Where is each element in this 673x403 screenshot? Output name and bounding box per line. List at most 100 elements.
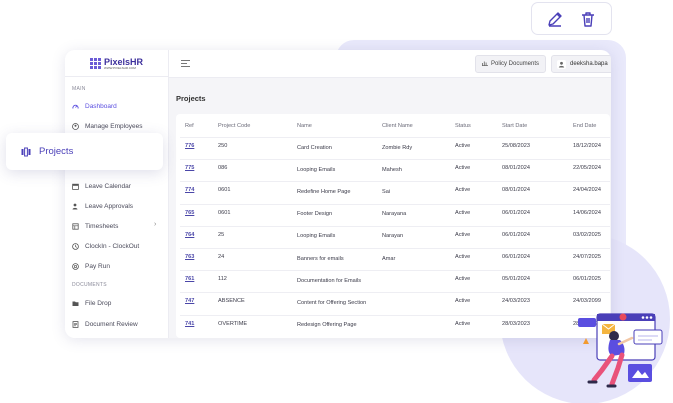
cell-status: Active <box>455 143 471 149</box>
cell-client-name: Narayana <box>382 211 407 218</box>
table-row <box>180 314 610 316</box>
cell-project-code: 0601 <box>218 187 231 194</box>
cell-project-code: 250 <box>218 143 228 149</box>
column-header-name[interactable]: Name <box>297 123 312 129</box>
sidebar-item-label: Timesheets <box>85 222 119 230</box>
cell-end-date: 14/06/2024 <box>573 209 601 216</box>
cell-status: Active <box>455 187 471 194</box>
cell-end-date: 24/04/2024 <box>573 187 601 194</box>
top-bar: Policy Documents deeksha.bapa <box>169 50 611 78</box>
cell-name: Banners for emails <box>297 255 344 262</box>
policy-documents-button[interactable]: Policy Documents <box>475 55 546 73</box>
section-label-main: MAIN <box>72 86 86 92</box>
sidebar-item-label: File Drop <box>85 299 112 307</box>
sidebar-item-pay-run[interactable]: Pay Run <box>72 261 110 271</box>
menu-toggle-icon[interactable] <box>181 60 190 69</box>
cell-name: Card Creation <box>297 144 332 151</box>
brand-sub: WWW.PIXELSHR.COM <box>103 65 136 70</box>
username: deeksha.bapa <box>570 61 608 67</box>
person-illustration <box>578 313 663 388</box>
table-row <box>180 270 610 272</box>
sidebar-item-timesheets[interactable]: Timesheets <box>72 221 118 231</box>
cell-project-code: 0601 <box>218 209 231 216</box>
projects-nav-card[interactable]: Projects <box>6 133 163 170</box>
column-header-ref[interactable]: Ref <box>185 123 194 129</box>
sidebar-item-clockin-clockout[interactable]: ClockIn - ClockOut <box>72 241 139 251</box>
policy-documents-label: Policy Documents <box>490 61 540 67</box>
cell-ref[interactable]: 774 <box>185 187 194 193</box>
cell-end-date: 03/02/2025 <box>573 231 601 238</box>
cell-ref[interactable]: 765 <box>185 210 194 216</box>
table-row <box>180 137 610 138</box>
column-header-status[interactable]: Status <box>455 123 471 129</box>
trash-icon[interactable] <box>578 9 598 29</box>
cell-name: Looping Emails <box>297 233 336 240</box>
cell-ref[interactable]: 764 <box>185 232 194 238</box>
cell-start-date: 08/01/2024 <box>502 187 530 194</box>
cell-name: Documentation for Emails <box>297 277 362 284</box>
table-row <box>180 225 610 227</box>
page-title: Projects <box>176 94 206 103</box>
cell-ref[interactable]: 741 <box>185 321 194 327</box>
user-menu[interactable]: deeksha.bapa <box>551 55 611 73</box>
sidebar-item-manage-employees[interactable]: Manage Employees <box>72 121 142 131</box>
sidebar-item-leave-approvals[interactable]: Leave Approvals <box>72 201 133 211</box>
cell-client-name: Mahesh <box>382 166 402 173</box>
cell-status: Active <box>455 165 471 172</box>
main-content: Projects Ref Project Code Name Client Na… <box>169 78 611 338</box>
logo-mark-icon <box>89 58 101 69</box>
cell-project-code: 24 <box>218 254 225 260</box>
action-toolbar <box>531 2 612 35</box>
cell-project-code: 25 <box>218 231 225 238</box>
column-header-project-code[interactable]: Project Code <box>218 123 250 129</box>
chevron-right-icon[interactable]: › <box>154 221 156 228</box>
sidebar-item-leave-calendar[interactable]: Leave Calendar <box>72 181 131 191</box>
cell-start-date: 28/03/2023 <box>502 320 530 327</box>
sidebar-item-label: Document Review <box>85 320 138 328</box>
column-header-end-date[interactable]: End Date <box>573 123 596 129</box>
cell-project-code: 112 <box>218 276 227 283</box>
cell-ref[interactable]: 747 <box>185 298 194 304</box>
document-icon <box>72 320 79 328</box>
cell-project-code: ABSENCE <box>218 298 245 305</box>
sidebar-item-label: Leave Approvals <box>85 202 134 210</box>
avatar-icon <box>557 59 566 69</box>
cell-ref[interactable]: 761 <box>185 276 194 282</box>
cell-name: Redesign Offering Page <box>297 322 357 329</box>
cell-client-name: Zombie Rdy <box>382 144 413 151</box>
sidebar-item-label: Manage Employees <box>85 122 143 130</box>
cell-start-date: 24/03/2023 <box>502 298 530 305</box>
user-check-icon <box>72 203 79 210</box>
brand-logo[interactable]: PixelsHR WWW.PIXELSHR.COM <box>65 51 168 77</box>
cell-ref[interactable]: 776 <box>185 143 194 149</box>
clock-icon <box>72 242 79 250</box>
cell-end-date: 06/01/2025 <box>573 276 601 283</box>
cell-start-date: 25/08/2023 <box>502 143 530 149</box>
cell-name: Redefine Home Page <box>297 188 351 195</box>
cell-end-date: 24/07/2025 <box>573 254 601 260</box>
projects-icon <box>21 147 31 157</box>
folder-icon <box>72 300 79 307</box>
sidebar-item-label: Leave Calendar <box>85 182 131 190</box>
projects-label: Projects <box>39 146 74 157</box>
column-header-start-date[interactable]: Start Date <box>502 123 527 129</box>
stage: PixelsHR WWW.PIXELSHR.COM MAIN Dashboard… <box>0 0 673 403</box>
sidebar-item-label: Dashboard <box>85 102 117 110</box>
sidebar-item-document-review[interactable]: Document Review <box>72 319 138 329</box>
table-row <box>180 248 610 249</box>
cell-start-date: 08/01/2024 <box>502 165 530 172</box>
table-row <box>180 181 610 183</box>
cell-ref[interactable]: 775 <box>185 165 194 171</box>
table-row <box>180 292 610 294</box>
column-header-client-name[interactable]: Client Name <box>382 123 413 129</box>
sidebar-item-file-drop[interactable]: File Drop <box>72 298 111 308</box>
sheet-icon <box>72 222 79 230</box>
chart-icon <box>481 60 488 68</box>
cell-end-date: 22/05/2024 <box>573 165 601 172</box>
cell-client-name: Sai <box>382 188 391 195</box>
sidebar-item-dashboard[interactable]: Dashboard <box>72 101 117 111</box>
sidebar-item-label: Pay Run <box>85 262 110 270</box>
cell-ref[interactable]: 763 <box>185 254 194 260</box>
pencil-icon[interactable] <box>545 9 565 29</box>
cell-start-date: 06/01/2024 <box>502 209 530 216</box>
